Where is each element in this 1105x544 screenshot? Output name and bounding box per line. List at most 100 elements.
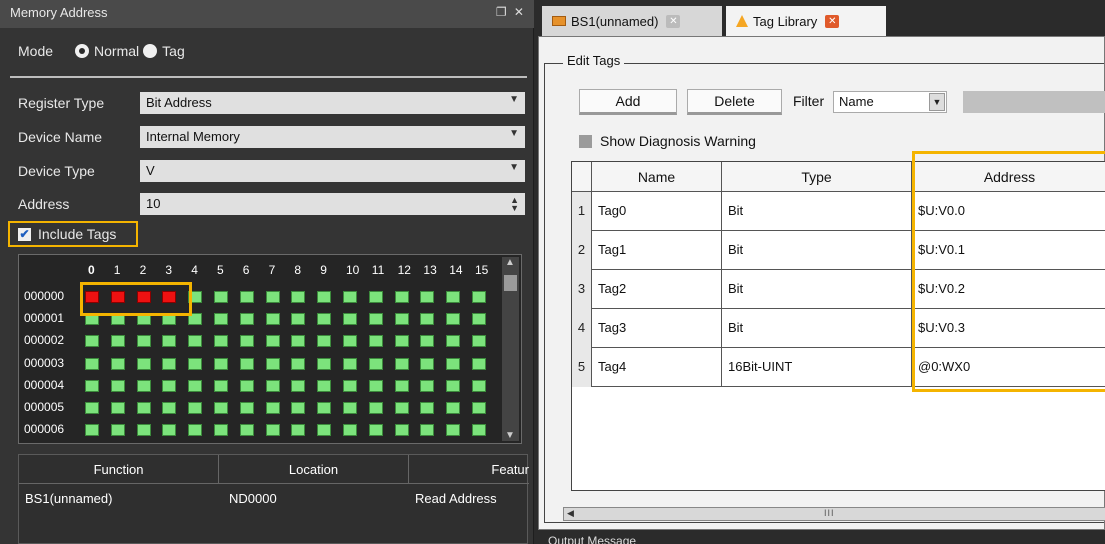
bit-cell[interactable] [394, 335, 409, 348]
bit-cell[interactable] [291, 313, 306, 326]
tag-type-cell[interactable]: Bit [722, 309, 912, 348]
bit-cell[interactable] [420, 357, 435, 370]
bit-cell[interactable] [162, 335, 177, 348]
bit-cell[interactable] [446, 402, 461, 414]
bit-cell[interactable] [188, 424, 203, 437]
close-icon[interactable]: ✕ [666, 14, 681, 28]
scroll-down-icon[interactable]: ▼ [505, 430, 515, 441]
bit-cell[interactable] [446, 291, 461, 303]
bit-cell[interactable] [85, 402, 99, 414]
bit-cell[interactable] [85, 424, 99, 437]
tag-name-cell[interactable]: Tag2 [592, 270, 722, 309]
bit-cell[interactable] [317, 357, 332, 370]
register-type-select[interactable]: Bit Address ▼ [140, 92, 525, 114]
bit-cell[interactable] [239, 335, 254, 348]
bit-cell[interactable] [317, 402, 332, 414]
bit-cell[interactable] [110, 424, 125, 437]
bit-cell[interactable] [265, 335, 280, 348]
bit-cell[interactable] [472, 402, 486, 414]
bit-cell[interactable] [265, 424, 280, 437]
bit-cell[interactable] [446, 313, 461, 326]
bit-cell[interactable] [343, 335, 357, 348]
show-diagnosis-checkbox[interactable]: Show Diagnosis Warning [579, 133, 756, 149]
bit-cell[interactable] [368, 335, 383, 348]
tag-name-cell[interactable]: Tag3 [592, 309, 722, 348]
bit-cell[interactable] [110, 402, 125, 414]
bit-cell[interactable] [394, 291, 409, 303]
mode-tag-radio[interactable] [143, 44, 158, 58]
grid-scrollbar[interactable]: ▲ ▼ [502, 257, 519, 441]
bit-cell[interactable] [472, 357, 486, 370]
bit-cell[interactable] [394, 379, 409, 392]
type-column-header[interactable]: Type [722, 162, 912, 192]
bit-cell[interactable] [291, 402, 306, 414]
tag-name-cell[interactable]: Tag1 [592, 231, 722, 270]
bit-cell[interactable] [110, 357, 125, 370]
panel-window-controls[interactable]: ❐ ✕ [496, 5, 526, 19]
bit-cell[interactable] [214, 291, 228, 303]
close-icon[interactable]: ✕ [825, 14, 840, 28]
scrollbar-grip[interactable]: III [824, 508, 835, 518]
bit-cell[interactable] [85, 357, 99, 370]
bit-cell[interactable] [214, 424, 228, 437]
bit-cell[interactable] [188, 379, 203, 392]
bit-cell[interactable] [420, 424, 435, 437]
add-button[interactable]: Add [579, 89, 677, 115]
checkbox-icon[interactable] [579, 134, 592, 148]
bit-cell[interactable] [368, 313, 383, 326]
bit-cell[interactable] [446, 357, 461, 370]
bit-cell[interactable] [162, 424, 177, 437]
bit-cell[interactable] [265, 402, 280, 414]
bit-cell[interactable] [317, 291, 332, 303]
location-header[interactable]: Location [219, 455, 409, 483]
bit-cell[interactable] [317, 335, 332, 348]
bit-cell[interactable] [343, 313, 357, 326]
bit-cell[interactable] [188, 335, 203, 348]
function-header[interactable]: Function [19, 455, 219, 483]
bit-cell[interactable] [110, 335, 125, 348]
bit-cell[interactable] [214, 335, 228, 348]
bit-cell[interactable] [265, 357, 280, 370]
bit-cell[interactable] [446, 335, 461, 348]
bit-cell[interactable] [343, 291, 357, 303]
bit-cell[interactable] [239, 357, 254, 370]
bit-cell[interactable] [188, 357, 203, 370]
bit-cell[interactable] [239, 313, 254, 326]
bit-cell[interactable] [239, 424, 254, 437]
bit-cell[interactable] [420, 335, 435, 348]
bit-cell[interactable] [162, 379, 177, 392]
mode-normal-radio[interactable] [75, 44, 90, 58]
device-type-select[interactable]: V ▼ [140, 160, 525, 182]
bit-cell[interactable] [420, 379, 435, 392]
include-tags-checkbox[interactable]: ✔ Include Tags [8, 221, 138, 247]
bit-cell[interactable] [343, 379, 357, 392]
bit-cell[interactable] [368, 402, 383, 414]
bit-cell[interactable] [291, 379, 306, 392]
chevron-down-icon[interactable]: ▼ [929, 93, 945, 111]
delete-button[interactable]: Delete [687, 89, 782, 115]
bit-cell[interactable] [136, 379, 151, 392]
bit-cell[interactable] [394, 424, 409, 437]
tab-bs1[interactable]: BS1(unnamed) ✕ [542, 6, 722, 36]
bit-cell[interactable] [394, 313, 409, 326]
bit-cell[interactable] [368, 357, 383, 370]
bit-cell[interactable] [291, 357, 306, 370]
bit-cell[interactable] [472, 291, 486, 303]
bit-cell[interactable] [472, 379, 486, 392]
bit-cell[interactable] [214, 402, 228, 414]
address-spinner[interactable]: 10 ▲ ▼ [140, 193, 525, 215]
bit-cell[interactable] [85, 379, 99, 392]
bit-cell[interactable] [343, 357, 357, 370]
bit-cell[interactable] [394, 402, 409, 414]
bit-cell[interactable] [265, 291, 280, 303]
tag-type-cell[interactable]: Bit [722, 192, 912, 231]
scroll-left-icon[interactable]: ◀ [567, 508, 574, 519]
tab-tag-library[interactable]: Tag Library ✕ [726, 6, 886, 36]
device-name-select[interactable]: Internal Memory ▼ [140, 126, 525, 148]
bit-cell[interactable] [291, 335, 306, 348]
bit-cell[interactable] [214, 357, 228, 370]
bit-cell[interactable] [291, 424, 306, 437]
tags-horizontal-scrollbar[interactable]: ◀ III [563, 507, 1105, 521]
bit-cell[interactable] [239, 379, 254, 392]
bit-cell[interactable] [265, 313, 280, 326]
